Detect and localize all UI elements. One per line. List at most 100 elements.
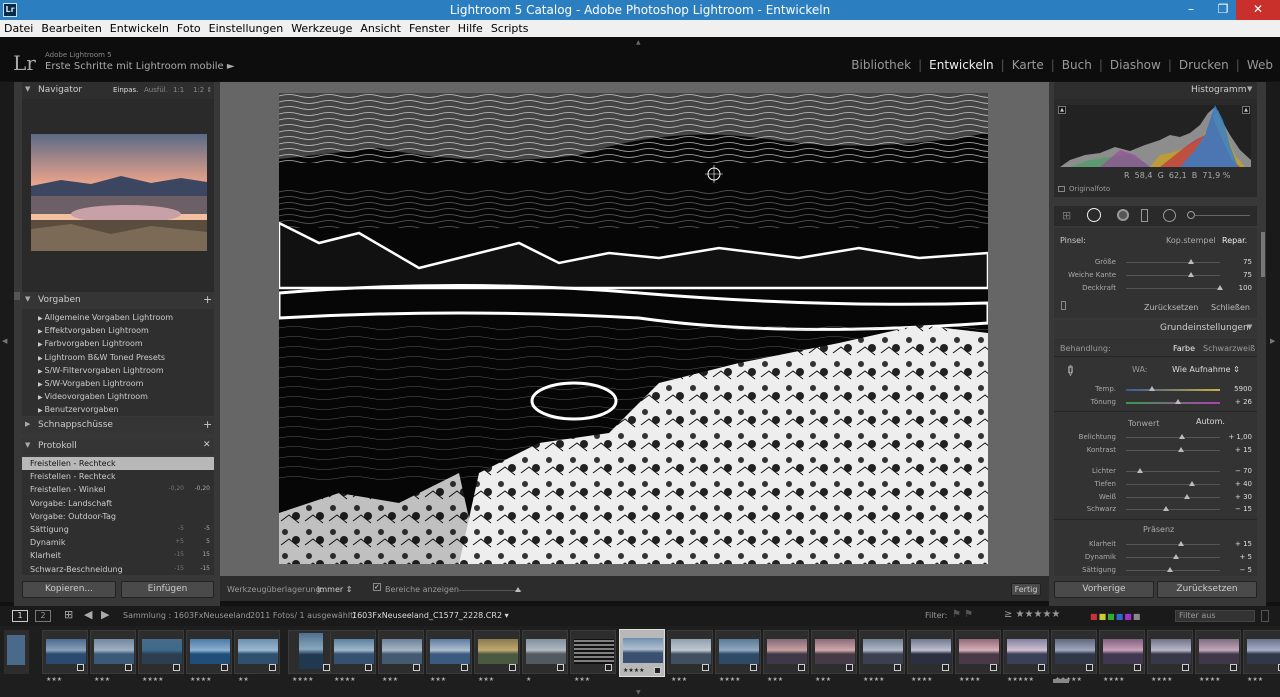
history-step[interactable]: Freistellen - Rechteck [22, 470, 214, 483]
filmstrip-thumbnail[interactable]: ★★★★★ [1051, 630, 1097, 683]
slider-knob[interactable] [1179, 434, 1186, 439]
module-web[interactable]: Web [1240, 58, 1280, 72]
slider-value[interactable]: + 5 [1224, 553, 1252, 561]
right-panel-toggle-icon[interactable]: ▶ [1270, 337, 1275, 345]
zoom-1-1[interactable]: 1:1 [173, 86, 184, 94]
history-step[interactable]: Schwarz-Beschneidung -15 -15 [22, 563, 214, 576]
filmstrip-thumbnail[interactable]: ★★★ [90, 630, 136, 683]
filmstrip-partial-thumb[interactable] [4, 630, 29, 674]
filmstrip-thumbnail[interactable]: ★★★★ [955, 630, 1001, 683]
filmstrip-thumbnail[interactable]: ★★★★★ [1003, 630, 1049, 683]
slider-track[interactable] [1126, 509, 1220, 511]
slider-knob[interactable] [1167, 567, 1174, 572]
menu-item-4[interactable]: Einstellungen [205, 20, 288, 35]
left-panel-toggle-icon[interactable]: ◀ [2, 337, 7, 345]
overlay-opacity-slider[interactable] [457, 590, 522, 591]
zoom-fit[interactable]: Einpas. [113, 86, 138, 94]
reset-button[interactable]: Zurücksetzen [1157, 581, 1257, 598]
zoom-1-2[interactable]: 1:2 ⇕ [193, 86, 212, 94]
menu-item-3[interactable]: Foto [173, 20, 205, 35]
wb-select[interactable]: Wie Aufnahme ⇕ [1172, 365, 1240, 374]
filmstrip-thumbnail[interactable]: ★★★ [811, 630, 857, 683]
filmstrip-thumbnail[interactable]: ★★★ [426, 630, 472, 683]
menu-item-2[interactable]: Entwickeln [106, 20, 173, 35]
filmstrip-thumbnail[interactable]: ★★★★ [1099, 630, 1145, 683]
slider-value[interactable]: − 5 [1224, 566, 1252, 574]
module-entwickeln[interactable]: Entwickeln [922, 58, 1000, 72]
slider-value[interactable]: − 70 [1224, 467, 1252, 475]
slider-value[interactable]: 75 [1224, 271, 1252, 279]
history-step[interactable]: Vorgabe: Outdoor-Tag [22, 510, 214, 523]
maximize-button[interactable]: ❐ [1208, 0, 1238, 20]
module-karte[interactable]: Karte [1005, 58, 1051, 72]
minimize-button[interactable]: – [1176, 0, 1206, 20]
add-snapshot-icon[interactable]: + [203, 418, 212, 431]
filmstrip-thumbnail[interactable]: ★ [522, 630, 568, 683]
treatment-bw[interactable]: Schwarzweiß [1203, 344, 1255, 353]
filter-preset-select[interactable]: Filter aus [1175, 610, 1255, 622]
back-arrow-icon[interactable]: ◀ [84, 608, 92, 621]
slider-knob[interactable] [1177, 541, 1184, 546]
forward-arrow-icon[interactable]: ▶ [101, 608, 109, 621]
filmstrip-thumbnail[interactable]: ★★★★ [186, 630, 232, 683]
show-areas-checkbox[interactable]: ✓ [373, 583, 381, 591]
filmstrip-thumbnail[interactable]: ★★★ [570, 630, 616, 683]
original-photo-checkbox[interactable] [1058, 186, 1065, 192]
history-step[interactable]: Freistellen - Rechteck [22, 457, 214, 470]
expand-icon[interactable]: ▶ [25, 420, 30, 428]
history-step[interactable]: Sättigung -5 -5 [22, 523, 214, 536]
presets-header[interactable]: ▼ Vorgaben + [22, 292, 214, 309]
rating-filter-icon[interactable]: ≥ ★★★★★ [1004, 609, 1060, 620]
slider-knob[interactable] [1177, 447, 1184, 452]
panel-toggle-bottom-icon[interactable]: ▼ [636, 689, 641, 696]
treatment-color[interactable]: Farbe [1173, 344, 1195, 353]
filmstrip-thumbnail[interactable]: ★★★ [667, 630, 713, 683]
radial-filter-icon[interactable] [1163, 209, 1176, 222]
preset-folder[interactable]: ▶ Benutzervorgaben [38, 405, 118, 414]
slider-knob[interactable] [1187, 259, 1194, 264]
filmstrip-thumbnail[interactable]: ★★★★ [138, 630, 184, 683]
filmstrip-thumbnail[interactable]: ★★★★ [288, 630, 334, 683]
menu-item-8[interactable]: Hilfe [454, 20, 487, 35]
mobile-link[interactable]: Erste Schritte mit Lightroom mobile ► [45, 61, 235, 72]
scroll-thumb[interactable] [14, 292, 20, 300]
module-drucken[interactable]: Drucken [1172, 58, 1236, 72]
add-preset-icon[interactable]: + [203, 293, 212, 306]
slider-knob[interactable] [1187, 272, 1194, 277]
adjustment-brush-icon[interactable] [1187, 211, 1195, 219]
slider-knob[interactable] [1184, 493, 1191, 499]
slider-knob[interactable] [1137, 468, 1144, 473]
slider-track[interactable] [1126, 262, 1220, 263]
slider-track[interactable] [1126, 496, 1220, 498]
spot-removal-tool-icon[interactable] [1087, 208, 1101, 222]
preset-folder[interactable]: ▶ Effektvorgaben Lightroom [38, 326, 149, 335]
filmstrip-thumbnail[interactable]: ★★★ [378, 630, 424, 683]
slider-track[interactable] [1126, 402, 1220, 404]
filmstrip-thumbnail[interactable]: ★★ [234, 630, 280, 683]
basic-header[interactable]: Grundeinstellungen ▼ [1054, 320, 1257, 337]
slider-track[interactable] [1126, 275, 1220, 276]
navigator-header[interactable]: ▼ Navigator Einpas. Ausfül. 1:1 1:2 ⇕ [22, 82, 214, 99]
selected-filename[interactable]: 1603FxNeuseeland_C1577_2228.CR2 ▾ [352, 611, 509, 620]
heal-option[interactable]: Repar. [1222, 236, 1247, 245]
overlay-toggle-icon[interactable] [1061, 301, 1066, 310]
preset-folder[interactable]: ▶ Allgemeine Vorgaben Lightroom [38, 313, 173, 322]
slider-value[interactable]: − 15 [1224, 505, 1252, 513]
main-window-button[interactable]: 1 [12, 610, 28, 622]
collapse-icon[interactable]: ▼ [25, 295, 30, 303]
filmstrip-scroll-thumb[interactable] [1053, 679, 1069, 683]
collapse-icon[interactable]: ▼ [25, 85, 30, 93]
filmstrip-thumbnail[interactable]: ★★★★ [715, 630, 761, 683]
collapse-icon[interactable]: ▼ [1247, 323, 1252, 331]
history-step[interactable]: Vorgabe: Landschaft [22, 497, 214, 510]
paste-button[interactable]: Einfügen [121, 581, 214, 598]
filmstrip-thumbnail[interactable]: ★★★★ [1147, 630, 1193, 683]
main-photo[interactable] [279, 93, 988, 564]
second-window-button[interactable]: 2 [35, 610, 51, 622]
preset-folder[interactable]: ▶ Lightroom B&W Toned Presets [38, 353, 165, 362]
history-header[interactable]: ▼ Protokoll ✕ [22, 438, 214, 455]
spot-reset-button[interactable]: Zurücksetzen [1144, 303, 1198, 312]
slider-track[interactable] [1126, 544, 1220, 545]
clear-history-icon[interactable]: ✕ [203, 440, 211, 450]
shadow-clipping-icon[interactable]: ▲ [1058, 106, 1066, 114]
